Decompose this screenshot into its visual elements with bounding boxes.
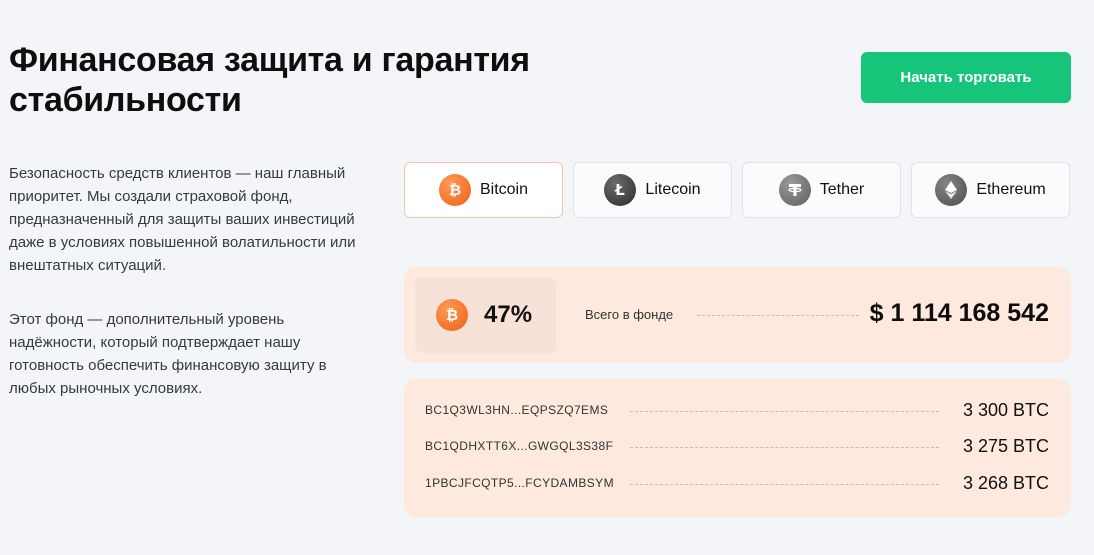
svg-text:₿: ₿ [446, 306, 458, 324]
wallet-address[interactable]: BC1Q3WL3HN...EQPSZQ7EMS [425, 403, 608, 417]
fund-percent-box: ₿ 47% [415, 277, 556, 353]
fund-total-label: Всего в фонде [585, 307, 674, 322]
dotted-divider [630, 484, 939, 485]
tab-label: Ethereum [976, 181, 1046, 198]
wallet-address[interactable]: 1PBCJFCQTP5...FCYDAMBSYM [425, 476, 614, 490]
wallet-list: BC1Q3WL3HN...EQPSZQ7EMS 3 300 BTC BC1QDH… [404, 379, 1071, 517]
description-paragraph-1: Безопасность средств клиентов — наш глав… [9, 165, 356, 274]
bitcoin-icon: ₿ [436, 299, 468, 331]
wallet-row: BC1Q3WL3HN...EQPSZQ7EMS 3 300 BTC [425, 400, 1049, 422]
fund-summary-card: ₿ 47% Всего в фонде $ 1 114 168 542 [404, 267, 1071, 363]
description-paragraph-2: Этот фонд — дополнительный уровень надёж… [9, 311, 327, 397]
tab-label: Tether [819, 181, 865, 198]
page-title: Финансовая защита и гарантия стабильност… [9, 41, 530, 119]
start-trading-button[interactable]: Начать торговать [861, 52, 1071, 103]
wallet-address[interactable]: BC1QDHXTT6X...GWGQL3S38F [425, 439, 613, 453]
wallet-balance: 3 300 BTC [962, 400, 1049, 420]
tab-label: Bitcoin [479, 181, 529, 198]
dotted-divider [630, 447, 939, 448]
tab-label: Litecoin [645, 181, 701, 198]
wallet-row: BC1QDHXTT6X...GWGQL3S38F 3 275 BTC [425, 436, 1049, 458]
tether-icon [778, 174, 811, 206]
fund-total-amount: $ 1 114 168 542 [869, 299, 1049, 327]
fund-percent: 47% [484, 301, 533, 328]
ethereum-icon [935, 174, 968, 206]
coin-tabs: ₿ Bitcoin Ł Litecoin Tether Ethereum [404, 162, 1071, 218]
litecoin-icon: Ł [604, 174, 637, 206]
svg-text:Ł: Ł [615, 181, 626, 199]
tab-litecoin[interactable]: Ł Litecoin [573, 162, 732, 218]
wallet-row: 1PBCJFCQTP5...FCYDAMBSYM 3 268 BTC [425, 473, 1049, 495]
tab-bitcoin[interactable]: ₿ Bitcoin [404, 162, 563, 218]
bitcoin-icon: ₿ [438, 174, 471, 206]
tab-ethereum[interactable]: Ethereum [911, 162, 1070, 218]
wallet-balance: 3 275 BTC [962, 436, 1049, 456]
wallet-balance: 3 268 BTC [962, 473, 1049, 493]
dotted-divider [630, 411, 939, 412]
dotted-divider [697, 315, 859, 316]
tab-tether[interactable]: Tether [742, 162, 901, 218]
svg-text:₿: ₿ [449, 181, 461, 199]
